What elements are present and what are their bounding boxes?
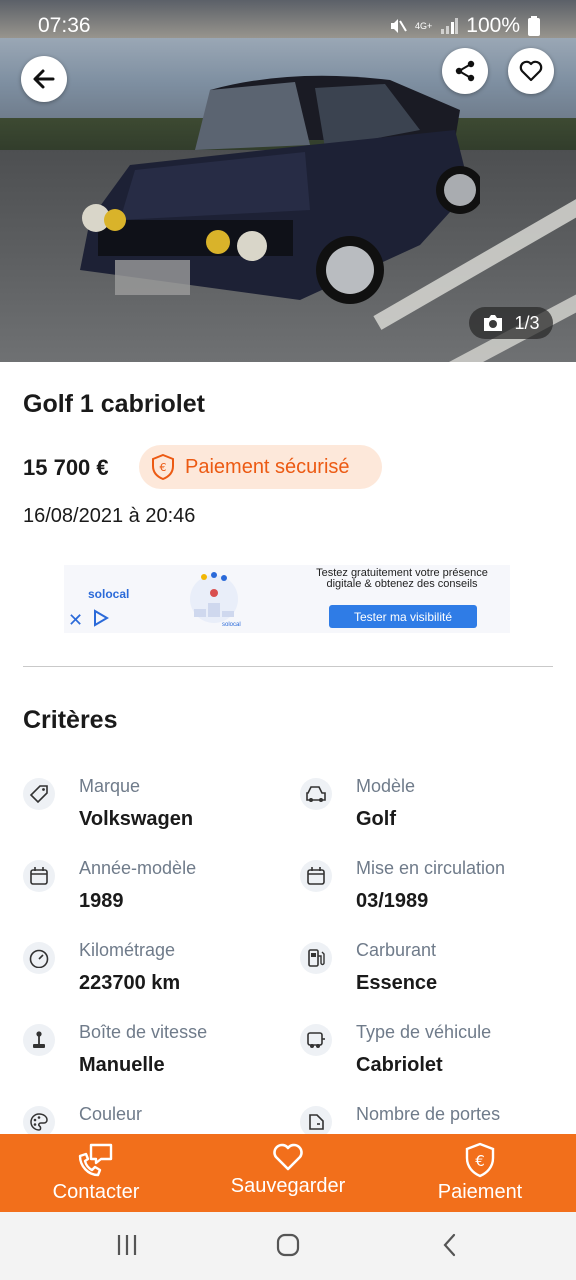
system-navigation-bar xyxy=(0,1212,576,1280)
ad-choices-icon[interactable] xyxy=(92,609,110,627)
secure-payment-label: Paiement sécurisé xyxy=(185,455,350,478)
vehicle-type-icon xyxy=(300,1024,332,1056)
battery-icon xyxy=(528,16,540,36)
criteria-label: Couleur xyxy=(79,1104,143,1124)
contact-button[interactable]: Contacter xyxy=(35,1134,157,1212)
divider xyxy=(23,666,553,667)
bottom-action-bar: Contacter Sauvegarder € Paiement xyxy=(0,1134,576,1212)
network-label: 4G+ xyxy=(415,21,433,31)
tag-icon xyxy=(23,778,55,810)
criteria-item-gearbox: Boîte de vitesse Manuelle xyxy=(23,1022,283,1092)
share-icon xyxy=(455,60,475,82)
listing-date: 16/08/2021 à 20:46 xyxy=(23,505,196,527)
criteria-item-brand: Marque Volkswagen xyxy=(23,776,283,846)
listing-price: 15 700 € xyxy=(23,455,109,480)
criteria-item-fuel: Carburant Essence xyxy=(300,940,560,1010)
camera-icon xyxy=(484,315,503,331)
calendar-icon xyxy=(300,860,332,892)
favorite-button[interactable] xyxy=(508,48,554,94)
criteria-label: Boîte de vitesse xyxy=(79,1022,208,1042)
payment-button[interactable]: € Paiement xyxy=(420,1134,540,1212)
criteria-item-model-year: Année-modèle 1989 xyxy=(23,858,283,928)
secure-payment-badge[interactable]: € Paiement sécurisé xyxy=(139,445,382,489)
battery-percent: 100% xyxy=(466,14,520,37)
fuel-pump-icon xyxy=(300,942,332,974)
ad-text: Testez gratuitement votre présence digit… xyxy=(316,567,488,590)
criteria-label: Marque xyxy=(79,776,141,796)
save-label: Sauvegarder xyxy=(230,1175,346,1197)
photo-counter[interactable]: 1/3 xyxy=(469,307,553,339)
criteria-label: Nombre de portes xyxy=(356,1104,501,1124)
listing-title: Golf 1 cabriolet xyxy=(23,390,205,418)
chat-phone-icon xyxy=(78,1143,113,1177)
criteria-item-vehicle-type: Type de véhicule Cabriolet xyxy=(300,1022,560,1092)
home-icon[interactable] xyxy=(275,1232,301,1258)
speedometer-icon xyxy=(23,942,55,974)
shield-euro-icon: € xyxy=(152,454,174,480)
save-button[interactable]: Sauvegarder xyxy=(218,1134,358,1212)
ad-brand: solocal xyxy=(88,587,130,601)
shield-euro-icon: € xyxy=(465,1142,495,1178)
criteria-item-registration: Mise en circulation 03/1989 xyxy=(300,858,560,928)
ad-banner[interactable]: solocal ✕ solocal Testez gratuitement vo… xyxy=(64,565,510,633)
criteria-label: Type de véhicule xyxy=(356,1022,492,1042)
ad-illustration xyxy=(190,572,238,623)
photo-counter-text: 1/3 xyxy=(514,312,540,333)
criteria-value: Cabriolet xyxy=(356,1054,443,1076)
car-icon xyxy=(300,778,332,810)
payment-label: Paiement xyxy=(437,1181,523,1203)
status-time: 07:36 xyxy=(38,14,91,37)
gear-stick-icon xyxy=(23,1024,55,1056)
recent-apps-icon[interactable] xyxy=(115,1232,139,1258)
ad-cta-button[interactable]: Tester ma visibilité xyxy=(329,605,477,628)
back-button[interactable] xyxy=(21,56,67,102)
criteria-label: Modèle xyxy=(356,776,416,796)
criteria-value: 1989 xyxy=(79,890,124,912)
back-arrow-icon xyxy=(33,69,55,89)
ad-close-icon[interactable]: ✕ xyxy=(68,610,83,631)
car-illustration xyxy=(80,75,480,304)
ad-illustration-label: solocal xyxy=(222,622,241,628)
criteria-label: Mise en circulation xyxy=(356,858,506,878)
svg-text:€: € xyxy=(160,461,167,474)
criteria-value: Golf xyxy=(356,808,396,830)
heart-icon xyxy=(519,60,543,82)
contact-label: Contacter xyxy=(52,1181,140,1203)
criteria-value: Manuelle xyxy=(79,1054,165,1076)
criteria-value: 223700 km xyxy=(79,972,181,994)
mute-icon xyxy=(391,19,407,33)
criteria-label: Année-modèle xyxy=(79,858,197,878)
signal-icon xyxy=(441,18,459,34)
svg-text:€: € xyxy=(475,1152,485,1170)
back-nav-icon[interactable] xyxy=(440,1232,460,1258)
status-icons: 4G+ 100% xyxy=(389,14,540,38)
criteria-item-model: Modèle Golf xyxy=(300,776,560,846)
criteria-item-mileage: Kilométrage 223700 km xyxy=(23,940,283,1010)
criteria-title: Critères xyxy=(23,706,118,734)
criteria-value: 03/1989 xyxy=(356,890,429,912)
heart-icon xyxy=(273,1143,303,1171)
calendar-icon xyxy=(23,860,55,892)
status-bar: 07:36 4G+ 100% xyxy=(0,0,576,52)
listing-photo[interactable]: 07:36 4G+ 100% 1/3 xyxy=(0,0,576,362)
share-button[interactable] xyxy=(442,48,488,94)
criteria-label: Carburant xyxy=(356,940,437,960)
criteria-value: Volkswagen xyxy=(79,808,194,830)
criteria-label: Kilométrage xyxy=(79,940,176,960)
criteria-value: Essence xyxy=(356,972,438,994)
